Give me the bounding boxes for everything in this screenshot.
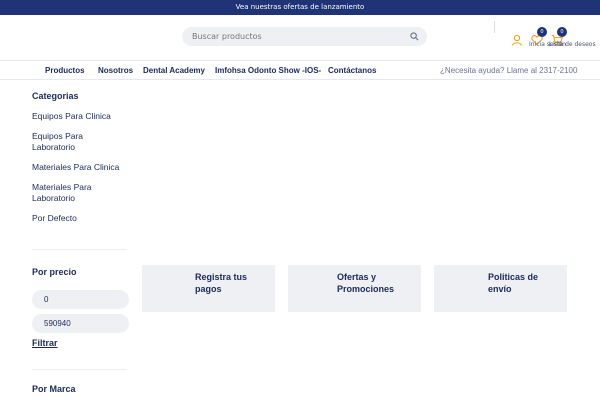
wishlist-count-badge: 0: [537, 27, 547, 37]
nav-item-productos[interactable]: Productos: [45, 61, 85, 81]
sidebar-divider: [32, 249, 127, 250]
categories-heading: Categorias: [32, 91, 79, 101]
price-max-input[interactable]: 590940: [32, 314, 129, 333]
header: 0 0 Inicia sesión Lista de deseos: [0, 15, 600, 60]
sidebar-divider: [32, 369, 127, 370]
card-politicas-envio[interactable]: Politicas de envío: [434, 265, 567, 312]
nav-item-odonto-show[interactable]: Imfohsa Odonto Show -IOS-: [215, 61, 321, 81]
price-heading: Por precio: [32, 267, 77, 277]
category-link[interactable]: Por Defecto: [32, 213, 127, 224]
help-phone-text: ¿Necesita ayuda? Llame al 2317-2100: [440, 66, 578, 75]
card-label: Ofertas y Promociones: [337, 272, 395, 294]
brand-heading: Por Marca: [32, 384, 76, 394]
main-nav: Productos Nosotros Dental Academy Imfohs…: [0, 60, 600, 80]
card-label: Registra tus pagos: [195, 272, 248, 294]
search-input[interactable]: [182, 27, 427, 46]
card-registra-pagos[interactable]: Registra tus pagos: [142, 265, 275, 312]
user-icon[interactable]: [511, 31, 523, 46]
category-link[interactable]: Materiales Para Clinica: [32, 162, 127, 173]
cart-count-badge: 0: [557, 27, 567, 37]
category-link[interactable]: Equipos Para Clinica: [32, 111, 127, 122]
category-link[interactable]: Equipos Para Laboratorio: [32, 131, 127, 153]
nav-item-dental-academy[interactable]: Dental Academy: [143, 61, 205, 81]
category-link[interactable]: Materiales Para Laboratorio: [32, 182, 127, 204]
header-separator: [494, 21, 495, 33]
wishlist-link[interactable]: Lista de deseos: [549, 41, 596, 48]
nav-item-nosotros[interactable]: Nosotros: [98, 61, 133, 81]
search-icon[interactable]: [410, 32, 419, 41]
card-ofertas[interactable]: Ofertas y Promociones: [288, 265, 421, 312]
card-label: Politicas de envío: [488, 272, 539, 294]
filter-button[interactable]: Filtrar: [32, 338, 58, 348]
announcement-bar[interactable]: Vea nuestras ofertas de lanzamiento: [0, 0, 600, 15]
announcement-text[interactable]: Vea nuestras ofertas de lanzamiento: [236, 3, 365, 11]
price-min-input[interactable]: 0: [32, 290, 129, 309]
nav-item-contactanos[interactable]: Contáctanos: [328, 61, 376, 81]
